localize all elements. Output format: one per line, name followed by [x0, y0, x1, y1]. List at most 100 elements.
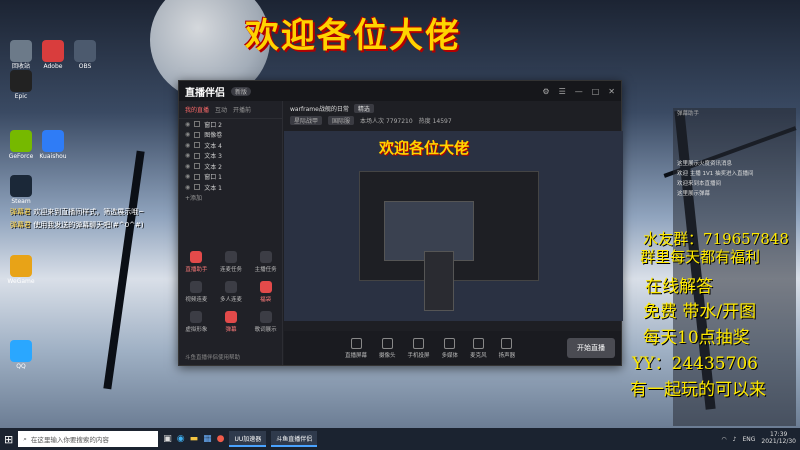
help-link[interactable]: 斗鱼直播伴侣使用帮助: [185, 353, 240, 361]
version-badge: 新版: [231, 86, 252, 96]
eye-icon[interactable]: ◉: [185, 152, 190, 159]
layer-label: 文本 1: [204, 184, 222, 192]
app-icon: [10, 255, 32, 277]
tool-button[interactable]: 歌词展示: [248, 311, 283, 333]
eye-icon[interactable]: ◉: [185, 163, 190, 170]
settings-icon[interactable]: ⚙: [542, 87, 549, 96]
tool-icon: [190, 251, 203, 263]
game-category[interactable]: 星际战甲: [290, 116, 323, 125]
desktop-icon-label: Steam: [11, 198, 31, 205]
stream-title[interactable]: warframe战舰的日常: [290, 104, 349, 113]
tool-grid: 直播助手 连麦任务 主播任务视频连麦 多人连麦 福袋虚拟形象 弹幕 歌词展示: [179, 251, 283, 333]
network-icon[interactable]: ◠: [721, 436, 726, 443]
chat-toast: 弹幕君 使用我发送的弹幕聊天吧(#^0^#): [10, 221, 144, 229]
desktop-icon[interactable]: GeForce: [4, 130, 38, 161]
checkbox[interactable]: [194, 152, 201, 159]
explorer-icon[interactable]: ▬: [190, 434, 199, 444]
tool-label: 连麦任务: [219, 267, 242, 273]
promo-line: 免费 带水/开图: [643, 302, 757, 322]
tool-label: 直播助手: [185, 267, 208, 273]
eye-icon[interactable]: ◉: [185, 121, 190, 128]
checkbox[interactable]: [194, 121, 201, 128]
layer-list: ◉ 窗口 2 ◉ 图像卷 ◉ 文本 4 ◉ 文本 3 ◉ 文本 2 ◉ 窗口 1 ◉ 文本 1: [179, 119, 282, 193]
tool-button[interactable]: 连麦任务: [214, 251, 249, 273]
maximize-icon[interactable]: □: [592, 87, 600, 96]
layer-item[interactable]: ◉ 文本 2: [179, 161, 282, 172]
tool-button[interactable]: 福袋: [248, 281, 283, 303]
store-icon[interactable]: ▦: [203, 434, 212, 444]
control-icon: [472, 337, 484, 349]
tab-pre-live[interactable]: 开播前: [233, 105, 251, 114]
tab-my-live[interactable]: 我的直播: [185, 105, 209, 114]
layer-item[interactable]: ◉ 窗口 2: [179, 119, 282, 130]
desktop-icon[interactable]: Adobe: [36, 40, 70, 71]
checkbox[interactable]: [194, 142, 201, 149]
checkbox[interactable]: [194, 163, 201, 170]
streaming-app-window[interactable]: 直播伴侣 新版 ⚙ ☰ — □ ✕ 我的直播 互动 开播前 ◉ 窗口 2 ◉ 图像卷 ◉…: [178, 80, 623, 366]
control-icon: [413, 337, 425, 349]
windows-start-icon[interactable]: ⊞: [4, 433, 13, 446]
volume-icon[interactable]: ♪: [733, 436, 737, 443]
edge-icon[interactable]: ◉: [177, 434, 185, 444]
eye-icon[interactable]: ◉: [185, 131, 190, 138]
promo-line: 在线解答: [645, 277, 713, 297]
window-title-bar[interactable]: 直播伴侣 新版 ⚙ ☰ — □ ✕: [179, 81, 621, 101]
eye-icon[interactable]: ◉: [185, 184, 190, 191]
control-button[interactable]: 手机投屏: [408, 337, 430, 359]
tool-button[interactable]: 主播任务: [248, 251, 283, 273]
start-live-button[interactable]: 开始直播: [567, 338, 615, 358]
taskbar-app-douyu[interactable]: 斗鱼直播伴侣: [271, 431, 318, 447]
clock-date[interactable]: 2021/12/30: [761, 438, 796, 446]
minimize-icon[interactable]: —: [575, 87, 583, 96]
task-view-icon[interactable]: ▣: [163, 434, 172, 444]
tool-button[interactable]: 弹幕: [214, 311, 249, 333]
desktop-icon[interactable]: Steam: [4, 175, 38, 206]
layer-item[interactable]: ◉ 文本 3: [179, 151, 282, 162]
desktop-icon[interactable]: Kuaishou: [36, 130, 70, 161]
tool-button[interactable]: 多人连麦: [214, 281, 249, 303]
promo-line: 每天10点抽奖: [643, 328, 750, 348]
tab-interaction[interactable]: 互动: [215, 105, 227, 114]
checkbox[interactable]: [194, 131, 201, 138]
app-icon: [10, 130, 32, 152]
taskbar-search[interactable]: ⌕ 在这里输入你要搜索的内容: [18, 431, 159, 447]
desktop-icon[interactable]: Epic: [4, 70, 38, 101]
eye-icon[interactable]: ◉: [185, 142, 190, 149]
close-icon[interactable]: ✕: [608, 87, 615, 96]
layer-item[interactable]: ◉ 文本 4: [179, 140, 282, 151]
layer-item[interactable]: ◉ 文本 1: [179, 182, 282, 193]
control-button[interactable]: 直播屏幕: [345, 337, 367, 359]
layer-label: 窗口 1: [204, 174, 222, 182]
checkbox[interactable]: [194, 173, 201, 180]
menu-icon[interactable]: ☰: [559, 87, 566, 96]
desktop-icon-label: Kuaishou: [39, 153, 67, 160]
control-label: 摄像头: [379, 352, 396, 359]
tool-icon: [224, 311, 237, 323]
server-tag[interactable]: 国际服: [328, 116, 355, 125]
desktop-icon[interactable]: QQ: [4, 340, 38, 371]
language-indicator[interactable]: ENG: [742, 436, 755, 443]
tool-label: 视频连麦: [185, 297, 208, 303]
tool-button[interactable]: 直播助手: [179, 251, 214, 273]
layer-item[interactable]: ◉ 图像卷: [179, 130, 282, 141]
control-button[interactable]: 摄像头: [379, 337, 396, 359]
heat-stat: 热度 14597: [418, 118, 452, 125]
chrome-icon[interactable]: ●: [217, 434, 225, 444]
eye-icon[interactable]: ◉: [185, 173, 190, 180]
desktop-icon[interactable]: WeGame: [4, 255, 38, 286]
checkbox[interactable]: [194, 184, 201, 191]
taskbar-app-uu[interactable]: UU加速器: [229, 431, 267, 447]
control-button[interactable]: 多媒体: [442, 337, 458, 359]
live-preview[interactable]: 欢迎各位大佬: [284, 131, 623, 321]
app-icon: [10, 340, 32, 362]
control-button[interactable]: 扬声器: [499, 337, 515, 359]
tool-label: 虚拟形象: [185, 327, 208, 333]
desktop-icon[interactable]: 回收站: [4, 40, 38, 71]
layer-item[interactable]: ◉ 窗口 1: [179, 172, 282, 183]
desktop-icon[interactable]: OBS: [68, 40, 102, 71]
control-button[interactable]: 麦克风: [470, 337, 487, 359]
tool-button[interactable]: 虚拟形象: [179, 311, 214, 333]
add-scene-button[interactable]: +添加: [179, 193, 282, 204]
tool-button[interactable]: 视频连麦: [179, 281, 214, 303]
app-logo: 直播伴侣: [185, 87, 225, 99]
